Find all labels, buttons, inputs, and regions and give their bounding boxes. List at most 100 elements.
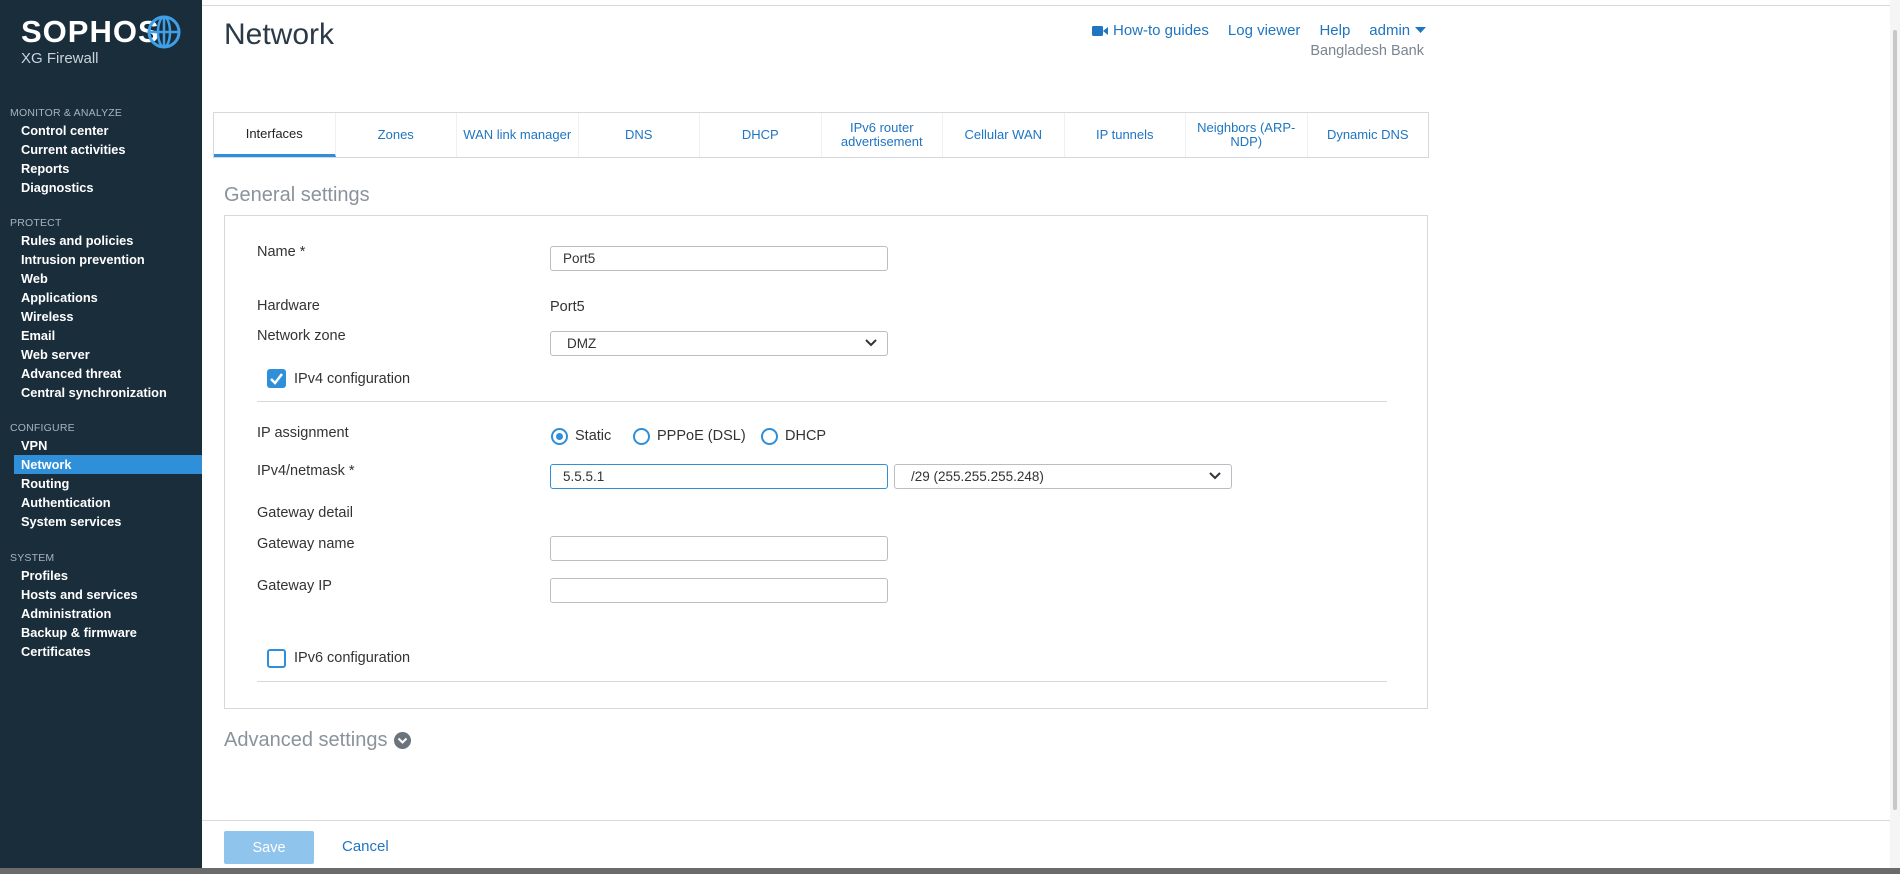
nav-item-web-server[interactable]: Web server: [0, 345, 202, 364]
tab-dns[interactable]: DNS: [579, 113, 700, 157]
ipv6-configuration-label: IPv6 configuration: [294, 650, 411, 666]
radio-static[interactable]: [551, 428, 568, 445]
netmask-value: /29 (255.255.255.248): [911, 469, 1044, 484]
general-settings-panel: [224, 215, 1428, 709]
radio-pppoe-label: PPPoE (DSL): [657, 428, 746, 444]
nav-heading: CONFIGURE: [10, 422, 75, 434]
nav-item-reports[interactable]: Reports: [0, 159, 202, 178]
logo: SOPHOS XG Firewall: [21, 14, 160, 67]
network-tabs: Interfaces Zones WAN link manager DNS DH…: [213, 112, 1429, 158]
nav-item-intrusion-prevention[interactable]: Intrusion prevention: [0, 250, 202, 269]
nav-section-protect: PROTECT Rules and policies Intrusion pre…: [0, 215, 202, 402]
how-to-guides-label: How-to guides: [1113, 22, 1209, 39]
ipv4-configuration-checkbox[interactable]: [267, 369, 286, 388]
nav-item-administration[interactable]: Administration: [0, 604, 202, 623]
nav-section-configure: CONFIGURE VPN Network Routing Authentica…: [0, 420, 202, 531]
nav-item-certificates[interactable]: Certificates: [0, 642, 202, 661]
nav-heading: MONITOR & ANALYZE: [10, 107, 123, 119]
ipv4-configuration-label: IPv4 configuration: [294, 371, 411, 387]
network-zone-select[interactable]: DMZ: [550, 331, 888, 356]
radio-dhcp[interactable]: [761, 428, 778, 445]
nav-item-current-activities[interactable]: Current activities: [0, 140, 202, 159]
nav-item-web[interactable]: Web: [0, 269, 202, 288]
cancel-button[interactable]: Cancel: [342, 838, 389, 855]
help-link[interactable]: Help: [1319, 22, 1350, 39]
tab-cellular-wan[interactable]: Cellular WAN: [943, 113, 1065, 157]
tab-zones[interactable]: Zones: [336, 113, 457, 157]
gateway-ip-label: Gateway IP: [257, 578, 332, 594]
tab-wan-link-manager[interactable]: WAN link manager: [457, 113, 579, 157]
globe-icon: [147, 15, 181, 49]
taskbar-strip: [0, 868, 1900, 874]
nav-item-system-services[interactable]: System services: [0, 512, 202, 531]
organization-name: Bangladesh Bank: [1310, 43, 1424, 59]
radio-dhcp-label: DHCP: [785, 428, 827, 444]
gateway-name-input[interactable]: [550, 536, 888, 561]
video-camera-icon: [1092, 25, 1108, 36]
nav-item-control-center[interactable]: Control center: [0, 121, 202, 140]
save-button[interactable]: Save: [224, 831, 314, 864]
name-label: Name *: [257, 244, 306, 260]
nav-item-advanced-threat[interactable]: Advanced threat: [0, 364, 202, 383]
admin-user-menu[interactable]: admin: [1369, 22, 1427, 39]
radio-static-label: Static: [575, 428, 612, 444]
chevron-down-icon: [865, 339, 877, 347]
sidebar: SOPHOS XG Firewall MONITOR & ANALYZE Con…: [0, 0, 202, 874]
tab-dhcp[interactable]: DHCP: [700, 113, 822, 157]
ipv6-configuration-checkbox[interactable]: [267, 649, 286, 668]
ipv4-netmask-label: IPv4/netmask *: [257, 463, 355, 479]
log-viewer-link[interactable]: Log viewer: [1228, 22, 1301, 39]
admin-user-label: admin: [1369, 22, 1411, 39]
logo-text: SOPHOS: [21, 14, 160, 49]
hardware-label: Hardware: [257, 298, 320, 314]
nav-item-wireless[interactable]: Wireless: [0, 307, 202, 326]
nav-section-monitor: MONITOR & ANALYZE Control center Current…: [0, 105, 202, 197]
top-border: [202, 5, 1900, 6]
nav-item-backup-firmware[interactable]: Backup & firmware: [0, 623, 202, 642]
nav-section-system: SYSTEM Profiles Hosts and services Admin…: [0, 550, 202, 661]
radio-pppoe[interactable]: [633, 428, 650, 445]
advanced-settings-title: Advanced settings: [224, 729, 388, 751]
scrollbar-thumb[interactable]: [1893, 30, 1897, 810]
tab-ipv6-router-advertisement[interactable]: IPv6 router advertisement: [822, 113, 943, 157]
nav-item-diagnostics[interactable]: Diagnostics: [0, 178, 202, 197]
tab-ip-tunnels[interactable]: IP tunnels: [1065, 113, 1186, 157]
general-settings-title: General settings: [224, 184, 370, 206]
nav-item-applications[interactable]: Applications: [0, 288, 202, 307]
footer-divider: [202, 820, 1900, 821]
netmask-select[interactable]: /29 (255.255.255.248): [894, 464, 1232, 489]
advanced-settings-toggle[interactable]: Advanced settings: [224, 729, 412, 752]
tab-dynamic-dns[interactable]: Dynamic DNS: [1308, 113, 1429, 157]
divider: [257, 401, 1387, 402]
expand-circle-icon: [394, 732, 412, 749]
divider: [257, 681, 1387, 682]
nav-item-authentication[interactable]: Authentication: [0, 493, 202, 512]
header-links: How-to guides Log viewer Help admin: [1092, 22, 1427, 39]
nav-heading: PROTECT: [10, 217, 62, 229]
nav-item-email[interactable]: Email: [0, 326, 202, 345]
product-name: XG Firewall: [21, 50, 99, 67]
gateway-ip-input[interactable]: [550, 578, 888, 603]
how-to-guides-link[interactable]: How-to guides: [1092, 22, 1209, 39]
checkmark-icon: [270, 373, 283, 385]
gateway-name-label: Gateway name: [257, 536, 355, 552]
ipv4-address-input[interactable]: [550, 464, 888, 489]
page-title: Network: [224, 18, 335, 51]
network-zone-value: DMZ: [567, 336, 597, 351]
caret-down-icon: [1415, 27, 1427, 33]
tab-interfaces[interactable]: Interfaces: [214, 113, 336, 157]
nav-item-rules-and-policies[interactable]: Rules and policies: [0, 231, 202, 250]
network-zone-label: Network zone: [257, 328, 346, 344]
nav-item-routing[interactable]: Routing: [0, 474, 202, 493]
nav-item-vpn[interactable]: VPN: [0, 436, 202, 455]
ip-assignment-label: IP assignment: [257, 425, 349, 441]
name-input[interactable]: [550, 246, 888, 271]
nav-item-hosts-and-services[interactable]: Hosts and services: [0, 585, 202, 604]
chevron-down-icon: [1209, 472, 1221, 480]
gateway-detail-label: Gateway detail: [257, 505, 353, 521]
nav-heading: SYSTEM: [10, 552, 55, 564]
nav-item-profiles[interactable]: Profiles: [0, 566, 202, 585]
nav-item-network[interactable]: Network: [14, 455, 202, 474]
nav-item-central-synchronization[interactable]: Central synchronization: [0, 383, 202, 402]
tab-neighbors[interactable]: Neighbors (ARP-NDP): [1186, 113, 1308, 157]
